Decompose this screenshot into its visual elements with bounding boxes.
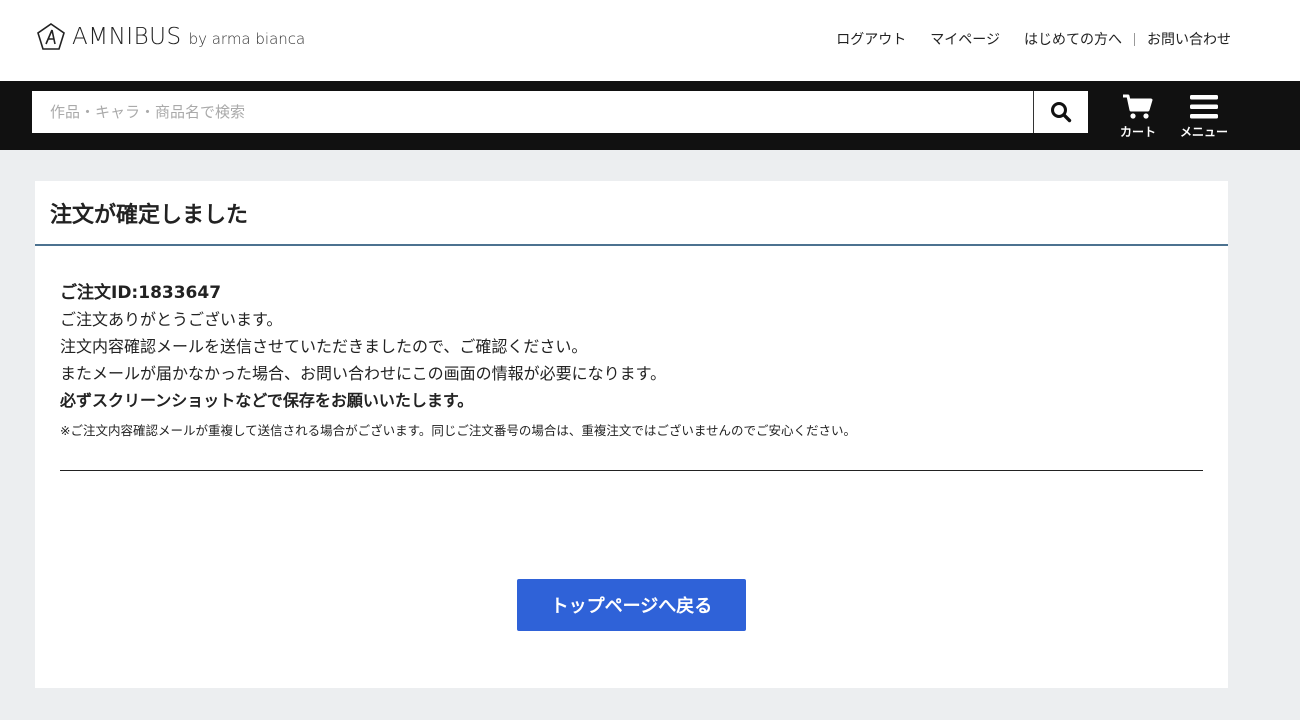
cart-icon <box>1123 94 1153 119</box>
top-navigation: ログアウト マイページ はじめての方へ お問い合わせ <box>836 29 1231 49</box>
screenshot-warning: 必ずスクリーンショットなどで保存をお願いいたします。 <box>60 391 474 410</box>
brand-name: AMNIBUS <box>72 24 182 50</box>
cart-label: カート <box>1120 125 1157 139</box>
contact-link[interactable]: お問い合わせ <box>1147 29 1231 49</box>
cart-button[interactable]: カート <box>1120 93 1156 140</box>
order-id: ご注文ID:1833647 <box>60 283 222 303</box>
amnibus-logo-icon <box>37 23 65 50</box>
search-bar: カート メニュー <box>0 81 1300 150</box>
duplicate-email-note: ※ご注文内容確認メールが重複して送信される場合がございます。同じご注文番号の場合… <box>60 423 856 438</box>
email-sent-message: 注文内容確認メールを送信させていただきましたので、ご確認ください。 <box>60 337 588 356</box>
page-title: 注文が確定しました <box>50 202 249 228</box>
mypage-link[interactable]: マイページ <box>930 29 1000 49</box>
brand-logo[interactable]: AMNIBUS by arma bianca <box>36 22 305 52</box>
contact-info-message: またメールが届かなかった場合、お問い合わせにこの画面の情報が必要になります。 <box>60 364 667 383</box>
search-button[interactable] <box>1033 91 1088 133</box>
brand-subtitle: by arma bianca <box>188 30 306 48</box>
card-header: 注文が確定しました <box>35 181 1228 246</box>
menu-button[interactable]: メニュー <box>1180 93 1228 140</box>
site-header: AMNIBUS by arma bianca ログアウト マイページ はじめての… <box>0 0 1300 81</box>
menu-label: メニュー <box>1180 125 1229 139</box>
nav-divider <box>1134 32 1135 46</box>
beginners-guide-link[interactable]: はじめての方へ <box>1024 29 1122 49</box>
search-icon <box>1051 102 1072 123</box>
section-divider <box>60 470 1203 471</box>
card-body: ご注文ID:1833647 ご注文ありがとうございます。 注文内容確認メールを送… <box>35 246 1228 471</box>
logout-link[interactable]: ログアウト <box>836 29 906 49</box>
thanks-message: ご注文ありがとうございます。 <box>60 310 283 329</box>
back-to-top-button[interactable]: トップページへ戻る <box>517 579 746 631</box>
search-input[interactable] <box>32 91 1033 133</box>
order-confirmation-card: 注文が確定しました ご注文ID:1833647 ご注文ありがとうございます。 注… <box>35 181 1228 688</box>
hamburger-menu-icon <box>1190 95 1218 119</box>
